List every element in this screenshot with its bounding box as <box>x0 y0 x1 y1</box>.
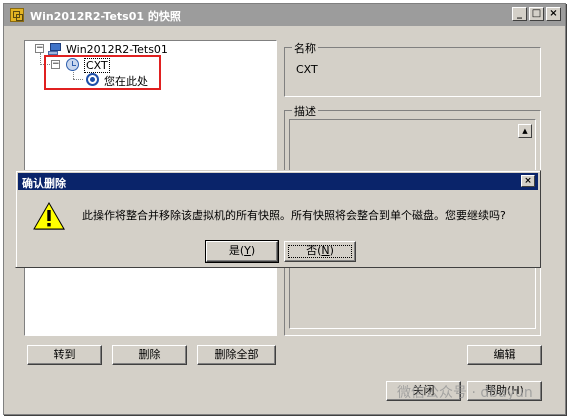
confirm-yes-button[interactable]: 是(Y) <box>205 240 279 263</box>
vmware-app-icon <box>10 8 24 22</box>
close-button[interactable]: × <box>546 7 561 21</box>
dialog-title: 确认删除 <box>22 177 66 190</box>
no-label: 否( <box>306 244 322 257</box>
yes-label-end: ) <box>250 244 256 257</box>
delete-button[interactable]: 删除 <box>112 345 187 365</box>
window-title: Win2012R2-Tets01 的快照 <box>30 10 181 23</box>
yes-hotkey: Y <box>244 244 251 257</box>
yes-label: 是( <box>228 244 245 257</box>
no-hotkey: N <box>321 244 330 257</box>
watermark-text: 微信公众号 · dbayun <box>397 385 533 401</box>
dialog-close-icon[interactable]: × <box>521 175 535 187</box>
goto-button[interactable]: 转到 <box>27 345 102 365</box>
description-panel-title: 描述 <box>292 103 318 119</box>
scroll-up-arrow-icon[interactable]: ▲ <box>518 124 532 138</box>
highlight-box <box>44 55 161 90</box>
collapse-root-icon[interactable]: − <box>35 44 44 53</box>
warning-icon <box>33 201 65 230</box>
snapshot-name-value: CXT <box>296 63 318 76</box>
dialog-message: 此操作将整合并移除该虚拟机的所有快照。所有快照将会整合到单个磁盘。您要继续吗? <box>82 209 506 222</box>
dialog-titlebar[interactable]: 确认删除 × <box>18 173 538 190</box>
window-titlebar[interactable]: Win2012R2-Tets01 的快照 _ □ × <box>4 4 565 26</box>
confirm-no-button[interactable]: 否(N) <box>284 241 356 262</box>
confirm-delete-dialog: 确认删除 × 此操作将整合并移除该虚拟机的所有快照。所有快照将会整合到单个磁盘。… <box>15 170 541 268</box>
delete-all-button[interactable]: 删除全部 <box>197 345 276 365</box>
maximize-button[interactable]: □ <box>529 7 544 21</box>
minimize-button[interactable]: _ <box>512 7 527 21</box>
virtual-machine-icon <box>48 43 62 55</box>
no-label-end: ) <box>329 244 334 257</box>
name-panel <box>284 47 541 97</box>
edit-button[interactable]: 编辑 <box>467 345 542 365</box>
name-panel-title: 名称 <box>292 40 318 56</box>
